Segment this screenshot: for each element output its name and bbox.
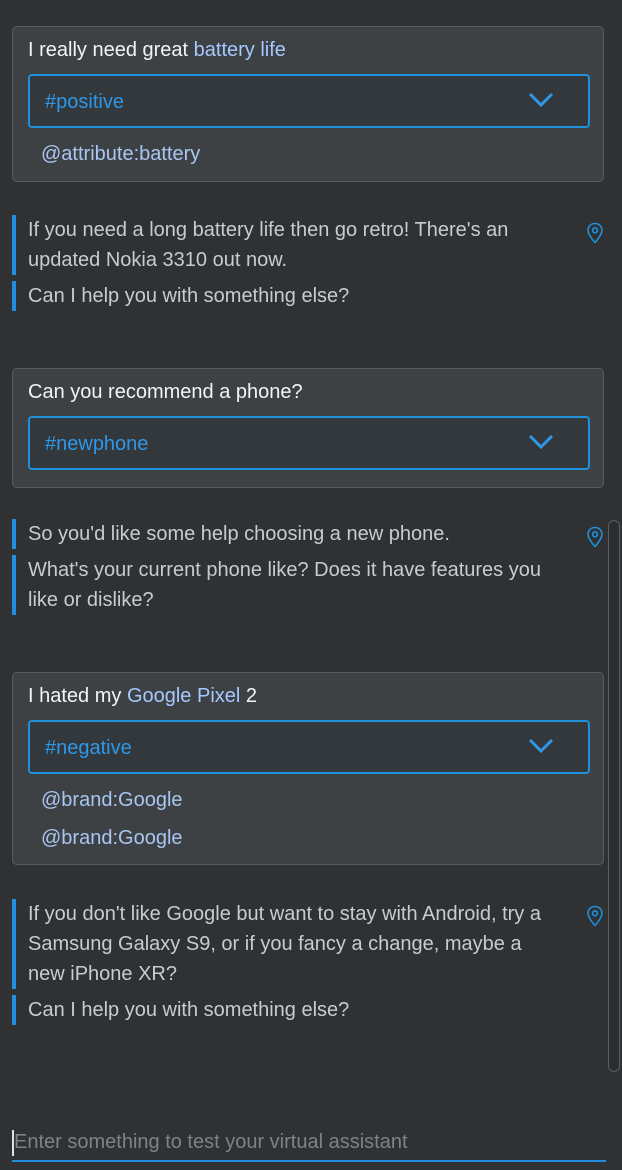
response-text: If you need a long battery life then go … (12, 215, 547, 275)
entity-highlight[interactable]: Google Pixel (127, 685, 240, 707)
user-message-card: Can you recommend a phone? #newphone (12, 368, 604, 488)
chevron-down-icon (528, 434, 554, 450)
response-text: Can I help you with something else? (12, 281, 547, 311)
intent-value: #positive (45, 91, 124, 113)
location-pin-icon[interactable] (586, 526, 604, 548)
chevron-down-icon (528, 738, 554, 754)
entity-tag[interactable]: @brand:Google (41, 789, 183, 812)
entity-highlight[interactable]: battery life (194, 39, 286, 61)
chevron-down-icon (528, 92, 554, 108)
user-utterance: I hated my Google Pixel 2 (28, 685, 258, 707)
entity-tag[interactable]: @brand:Google (41, 827, 183, 850)
location-pin-icon[interactable] (586, 222, 604, 244)
entity-tag[interactable]: @attribute:battery (41, 143, 200, 166)
user-message-card: I hated my Google Pixel 2 #negative @bra… (12, 672, 604, 865)
scrollbar[interactable] (608, 520, 620, 1072)
intent-dropdown[interactable]: #negative (28, 720, 590, 774)
intent-dropdown[interactable]: #newphone (28, 416, 590, 470)
text-cursor (12, 1130, 14, 1156)
user-utterance: I really need great battery life (28, 39, 286, 61)
assistant-response: If you don't like Google but want to sta… (12, 899, 547, 1031)
user-utterance: Can you recommend a phone? (28, 381, 303, 403)
intent-value: #negative (45, 737, 132, 759)
assistant-response: So you'd like some help choosing a new p… (12, 519, 547, 621)
location-pin-icon[interactable] (586, 905, 604, 927)
user-message-card: I really need great battery life #positi… (12, 26, 604, 182)
message-input[interactable] (12, 1124, 606, 1162)
intent-value: #newphone (45, 433, 149, 455)
response-text: Can I help you with something else? (12, 995, 547, 1025)
response-text: So you'd like some help choosing a new p… (12, 519, 547, 549)
response-text: If you don't like Google but want to sta… (12, 899, 547, 989)
intent-dropdown[interactable]: #positive (28, 74, 590, 128)
assistant-response: If you need a long battery life then go … (12, 215, 547, 317)
response-text: What's your current phone like? Does it … (12, 555, 547, 615)
